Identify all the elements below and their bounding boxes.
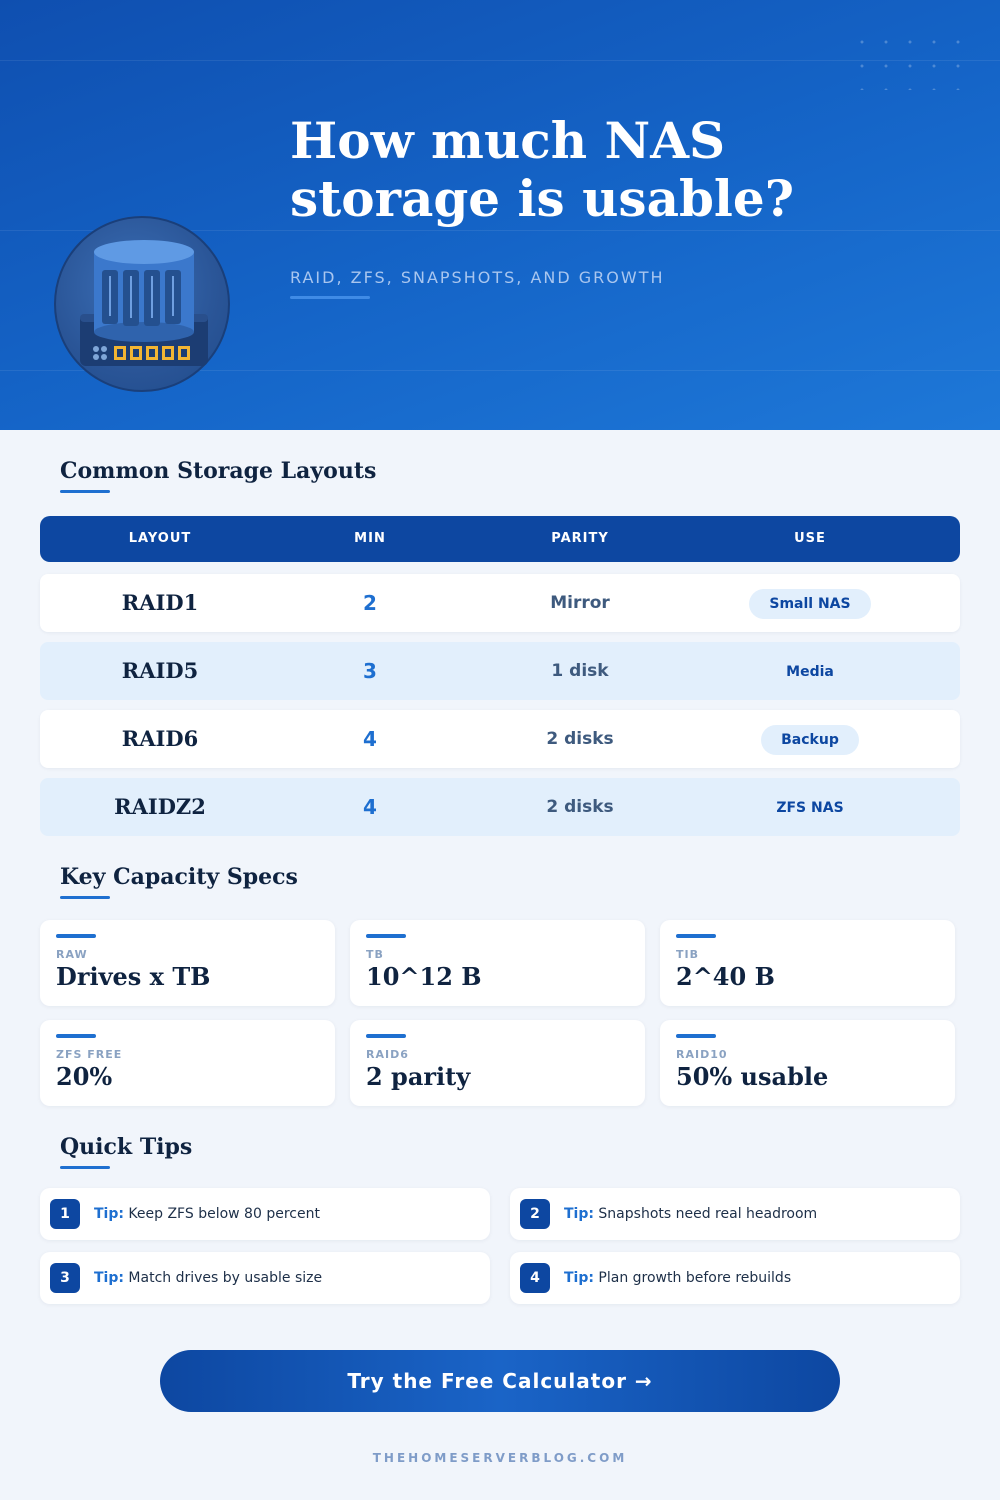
- tip-number-badge: 1: [50, 1199, 80, 1229]
- use-cell: ZFS NAS: [700, 778, 920, 836]
- tips-heading-underline: [60, 1166, 110, 1169]
- table-row: RAID5 3 1 disk Media: [40, 642, 960, 700]
- tip-prefix: Tip:: [564, 1270, 594, 1286]
- spec-value: 2 parity: [366, 1062, 471, 1091]
- tip-item: 1 Tip: Keep ZFS below 80 percent: [40, 1188, 490, 1240]
- spec-label: RAID10: [676, 1048, 728, 1061]
- min-drives-cell: 4: [363, 795, 377, 819]
- card-accent-bar: [366, 934, 406, 938]
- specs-heading-underline: [60, 896, 110, 899]
- card-accent-bar: [676, 934, 716, 938]
- tip-number-badge: 2: [520, 1199, 550, 1229]
- tip-text: Tip: Snapshots need real headroom: [564, 1188, 817, 1240]
- card-accent-bar: [366, 1034, 406, 1038]
- table-header: LAYOUT MIN PARITY USE: [40, 516, 960, 562]
- try-calculator-button[interactable]: Try the Free Calculator →: [160, 1350, 840, 1412]
- specs-heading: Key Capacity Specs: [60, 864, 298, 890]
- tip-body: Snapshots need real headroom: [598, 1206, 818, 1222]
- min-drives-cell: 4: [363, 727, 377, 751]
- spec-value: 10^12 B: [366, 962, 482, 991]
- column-header-use: USE: [794, 531, 826, 546]
- min-drives-cell: 3: [363, 659, 377, 683]
- layout-cell: RAIDZ2: [114, 794, 206, 819]
- tips-heading: Quick Tips: [60, 1134, 193, 1160]
- tip-number-badge: 4: [520, 1263, 550, 1293]
- spec-value: Drives x TB: [56, 962, 211, 991]
- use-badge: Backup: [761, 724, 859, 755]
- parity-cell: 2 disks: [546, 729, 614, 749]
- use-badge: Media: [786, 663, 834, 680]
- page-title: How much NAS storage is usable?: [290, 111, 795, 228]
- use-cell: Backup: [700, 710, 920, 768]
- subtitle-underline: [290, 296, 370, 299]
- tip-prefix: Tip:: [94, 1270, 124, 1286]
- tip-item: 2 Tip: Snapshots need real headroom: [510, 1188, 960, 1240]
- use-badge: Small NAS: [749, 588, 871, 619]
- tip-prefix: Tip:: [94, 1206, 124, 1222]
- use-badge: ZFS NAS: [776, 799, 844, 816]
- table-row: RAID1 2 Mirror Small NAS: [40, 574, 960, 632]
- hero-dot-pattern: [850, 30, 960, 90]
- parity-cell: 1 disk: [551, 661, 609, 681]
- layouts-heading: Common Storage Layouts: [60, 458, 377, 484]
- table-row: RAID6 4 2 disks Backup: [40, 710, 960, 768]
- card-accent-bar: [676, 1034, 716, 1038]
- nas-drive-icon: [54, 216, 230, 392]
- spec-card-zfs-free: ZFS FREE 20%: [40, 1020, 335, 1106]
- tip-item: 3 Tip: Match drives by usable size: [40, 1252, 490, 1304]
- nas-drive-icon-graphic: [80, 240, 208, 366]
- layout-cell: RAID1: [121, 590, 199, 615]
- tip-number-badge: 3: [50, 1263, 80, 1293]
- spec-label: TIB: [676, 948, 699, 961]
- tip-body: Keep ZFS below 80 percent: [128, 1206, 320, 1222]
- column-header-parity: PARITY: [551, 531, 609, 546]
- spec-label: RAW: [56, 948, 88, 961]
- spec-card-raid10: RAID10 50% usable: [660, 1020, 955, 1106]
- layouts-heading-underline: [60, 490, 110, 493]
- page-subtitle: RAID, ZFS, SNAPSHOTS, AND GROWTH: [290, 268, 665, 287]
- spec-label: RAID6: [366, 1048, 409, 1061]
- tip-body: Match drives by usable size: [128, 1270, 323, 1286]
- tip-text: Tip: Keep ZFS below 80 percent: [94, 1188, 320, 1240]
- parity-cell: Mirror: [550, 593, 610, 613]
- layout-cell: RAID6: [121, 726, 199, 751]
- spec-value: 2^40 B: [676, 962, 775, 991]
- spec-label: TB: [366, 948, 384, 961]
- spec-card-tib: TIB 2^40 B: [660, 920, 955, 1006]
- spec-card-raid6: RAID6 2 parity: [350, 1020, 645, 1106]
- tip-body: Plan growth before rebuilds: [598, 1270, 792, 1286]
- spec-card-tb: TB 10^12 B: [350, 920, 645, 1006]
- layout-cell: RAID5: [121, 658, 199, 683]
- use-cell: Small NAS: [700, 574, 920, 632]
- column-header-layout: LAYOUT: [128, 531, 192, 546]
- card-accent-bar: [56, 1034, 96, 1038]
- table-row: RAIDZ2 4 2 disks ZFS NAS: [40, 778, 960, 836]
- column-header-min: MIN: [354, 531, 386, 546]
- spec-label: ZFS FREE: [56, 1048, 123, 1061]
- spec-value: 20%: [56, 1062, 113, 1091]
- spec-value: 50% usable: [676, 1062, 829, 1091]
- card-accent-bar: [56, 934, 96, 938]
- use-cell: Media: [700, 642, 920, 700]
- hero-banner: How much NAS storage is usable? RAID, ZF…: [0, 0, 1000, 430]
- tip-item: 4 Tip: Plan growth before rebuilds: [510, 1252, 960, 1304]
- spec-card-raw: RAW Drives x TB: [40, 920, 335, 1006]
- tip-prefix: Tip:: [564, 1206, 594, 1222]
- parity-cell: 2 disks: [546, 797, 614, 817]
- min-drives-cell: 2: [363, 591, 377, 615]
- tip-text: Tip: Plan growth before rebuilds: [564, 1252, 791, 1304]
- tip-text: Tip: Match drives by usable size: [94, 1252, 322, 1304]
- site-footer: THEHOMESERVERBLOG.COM: [372, 1451, 628, 1465]
